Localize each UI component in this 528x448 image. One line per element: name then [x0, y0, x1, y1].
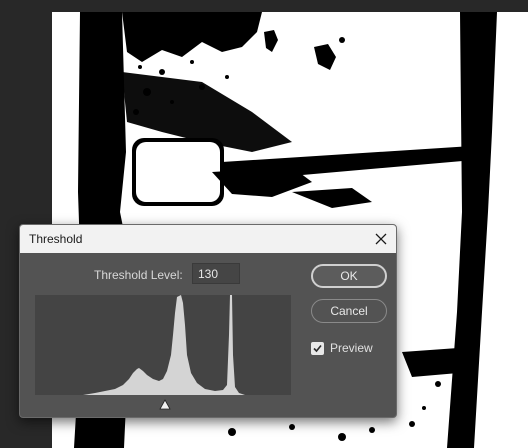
- ok-button[interactable]: OK: [311, 264, 387, 288]
- preview-option[interactable]: Preview: [311, 340, 373, 356]
- preview-checkbox[interactable]: [311, 341, 324, 355]
- preview-label: Preview: [330, 341, 373, 355]
- histogram-graph: [83, 295, 245, 395]
- checkmark-icon: [313, 344, 322, 352]
- threshold-level-input[interactable]: 130: [192, 263, 240, 284]
- close-button[interactable]: [370, 228, 392, 250]
- workspace: Threshold Threshold Level: 130 OK Cancel: [0, 0, 528, 448]
- threshold-level-label: Threshold Level:: [94, 268, 183, 282]
- dialog-title: Threshold: [29, 232, 83, 246]
- threshold-dialog: Threshold Threshold Level: 130 OK Cancel: [19, 224, 397, 418]
- close-icon: [375, 233, 387, 245]
- threshold-slider[interactable]: [35, 397, 291, 411]
- slider-triangle-icon[interactable]: [35, 397, 291, 411]
- dialog-titlebar[interactable]: Threshold: [20, 225, 396, 253]
- histogram: [35, 295, 291, 395]
- cancel-button[interactable]: Cancel: [311, 299, 387, 323]
